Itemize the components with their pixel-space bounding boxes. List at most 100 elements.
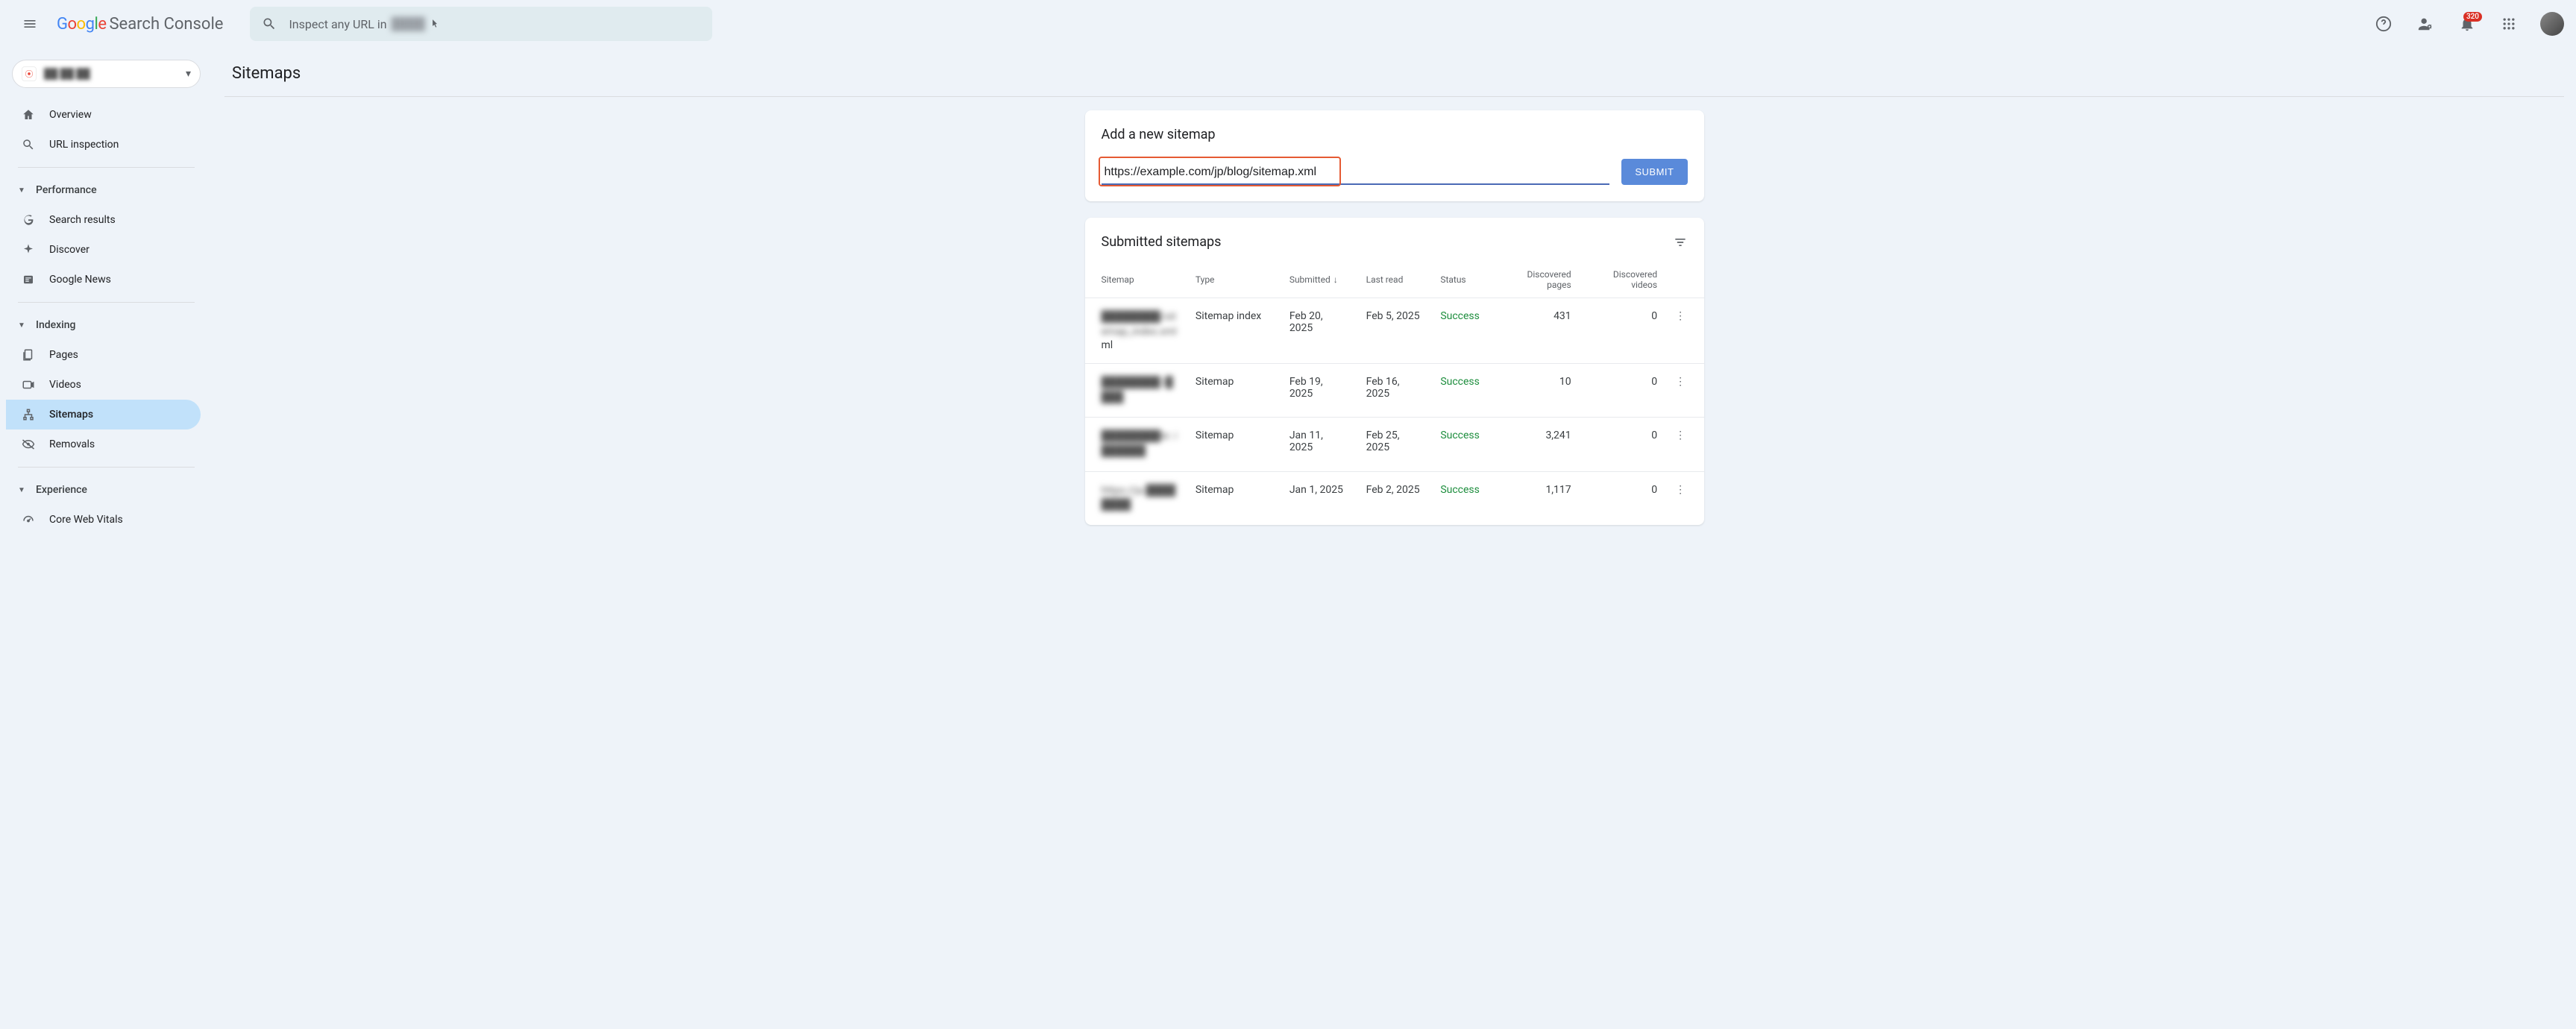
- notifications-badge: 320: [2463, 12, 2482, 22]
- sidebar-item-removals[interactable]: Removals: [6, 429, 201, 459]
- sidebar-item-discover[interactable]: Discover: [6, 235, 201, 265]
- cell-last-read: Feb 2, 2025: [1357, 471, 1432, 525]
- divider: [224, 96, 2564, 97]
- cell-pages: 10: [1494, 364, 1580, 418]
- sidebar-item-label: Overview: [49, 109, 92, 121]
- col-status[interactable]: Status: [1431, 262, 1494, 298]
- property-selector[interactable]: ⦿ ██ ██ ██ ▾: [12, 60, 201, 88]
- sidebar-item-label: Sitemaps: [49, 409, 93, 421]
- col-type[interactable]: Type: [1187, 262, 1281, 298]
- url-inspect-searchbox[interactable]: Inspect any URL in ████: [250, 7, 712, 41]
- table-row[interactable]: ████████br. i██████SitemapJan 11, 2025Fe…: [1085, 418, 1704, 471]
- users-settings-button[interactable]: [2409, 7, 2442, 40]
- col-pages[interactable]: Discovered pages: [1494, 262, 1580, 298]
- sidebar-group-label: Performance: [36, 184, 97, 196]
- cell-videos: 0: [1580, 364, 1666, 418]
- google-g-icon: [21, 213, 36, 227]
- hamburger-menu-button[interactable]: [12, 6, 48, 42]
- status-text: Success: [1440, 484, 1480, 496]
- cell-submitted: Jan 1, 2025: [1281, 471, 1357, 525]
- sitemap-url-input[interactable]: [1102, 161, 1610, 185]
- apps-button[interactable]: [2492, 7, 2525, 40]
- chevron-down-icon: ▾: [186, 68, 191, 80]
- searchbox-placeholder: Inspect any URL in ████: [289, 16, 439, 31]
- col-videos[interactable]: Discovered videos: [1580, 262, 1666, 298]
- sidebar-item-label: URL inspection: [49, 139, 119, 151]
- cell-type: Sitemap: [1187, 418, 1281, 471]
- row-menu-button[interactable]: ⋮: [1675, 376, 1686, 388]
- cell-last-read: Feb 25, 2025: [1357, 418, 1432, 471]
- property-name: ██ ██ ██: [44, 68, 178, 80]
- col-sitemap[interactable]: Sitemap: [1085, 262, 1187, 298]
- cell-submitted: Feb 20, 2025: [1281, 298, 1357, 364]
- cell-type: Sitemap: [1187, 471, 1281, 525]
- filter-button[interactable]: [1673, 235, 1688, 250]
- help-button[interactable]: [2367, 7, 2400, 40]
- row-menu-button[interactable]: ⋮: [1675, 484, 1686, 496]
- status-text: Success: [1440, 376, 1480, 388]
- col-last-read[interactable]: Last read: [1357, 262, 1432, 298]
- cell-videos: 0: [1580, 298, 1666, 364]
- submitted-sitemaps-card: Submitted sitemaps Sitemap Type Submitte…: [1085, 218, 1704, 525]
- sidebar-item-search-results[interactable]: Search results: [6, 205, 201, 235]
- news-icon: [21, 272, 36, 287]
- account-avatar[interactable]: [2540, 12, 2564, 36]
- sidebar-item-url-inspection[interactable]: URL inspection: [6, 130, 201, 160]
- sitemaps-table: Sitemap Type Submitted↓ Last read Status…: [1085, 262, 1704, 525]
- sidebar-group-label: Indexing: [36, 319, 75, 331]
- sidebar-item-label: Removals: [49, 438, 95, 450]
- table-row[interactable]: ████████ i████SitemapFeb 19, 2025Feb 16,…: [1085, 364, 1704, 418]
- search-icon: [21, 137, 36, 152]
- sidebar-group-label: Experience: [36, 484, 87, 496]
- google-logo: Google: [57, 15, 106, 34]
- sitemap-url: ████████br. i██████: [1102, 429, 1178, 459]
- cell-submitted: Feb 19, 2025: [1281, 364, 1357, 418]
- sidebar-item-google-news[interactable]: Google News: [6, 265, 201, 295]
- topbar: Google Search Console Inspect any URL in…: [0, 0, 2576, 48]
- notifications-button[interactable]: 320: [2451, 7, 2484, 40]
- sidebar-item-videos[interactable]: Videos: [6, 370, 201, 400]
- caret-down-icon: ▼: [18, 186, 25, 195]
- row-menu-button[interactable]: ⋮: [1675, 310, 1686, 322]
- table-row[interactable]: https://ja.████████SitemapJan 1, 2025Feb…: [1085, 471, 1704, 525]
- video-icon: [21, 377, 36, 392]
- col-submitted[interactable]: Submitted↓: [1281, 262, 1357, 298]
- submit-button[interactable]: SUBMIT: [1621, 159, 1687, 185]
- cell-pages: 3,241: [1494, 418, 1580, 471]
- sidebar: ⦿ ██ ██ ██ ▾ Overview URL inspection ▼ P…: [0, 48, 213, 544]
- sidebar-item-label: Google News: [49, 274, 111, 286]
- table-row[interactable]: ████████/sitemap_index.xmlmlSitemap inde…: [1085, 298, 1704, 364]
- cell-videos: 0: [1580, 471, 1666, 525]
- sidebar-item-overview[interactable]: Overview: [6, 100, 201, 130]
- sidebar-group-experience[interactable]: ▼ Experience: [6, 475, 207, 505]
- card-title: Submitted sitemaps: [1102, 234, 1673, 250]
- cell-pages: 1,117: [1494, 471, 1580, 525]
- cell-type: Sitemap: [1187, 364, 1281, 418]
- status-text: Success: [1440, 429, 1480, 441]
- sidebar-item-label: Search results: [49, 214, 116, 226]
- home-icon: [21, 107, 36, 122]
- logo[interactable]: Google Search Console: [57, 15, 223, 34]
- caret-down-icon: ▼: [18, 486, 25, 494]
- cursor-icon: [430, 19, 440, 29]
- sidebar-item-pages[interactable]: Pages: [6, 340, 201, 370]
- speed-icon: [21, 512, 36, 527]
- add-sitemap-card: Add a new sitemap SUBMIT: [1085, 110, 1704, 201]
- main-content: Sitemaps Add a new sitemap SUBMIT Submit…: [213, 48, 2576, 544]
- sidebar-item-core-web-vitals[interactable]: Core Web Vitals: [6, 505, 201, 535]
- page-title: Sitemaps: [232, 64, 2564, 83]
- product-name: Search Console: [109, 15, 223, 34]
- card-title: Add a new sitemap: [1102, 127, 1688, 142]
- property-favicon: ⦿: [22, 66, 37, 81]
- sidebar-item-label: Videos: [49, 379, 81, 391]
- sidebar-group-performance[interactable]: ▼ Performance: [6, 175, 207, 205]
- sidebar-item-sitemaps[interactable]: Sitemaps: [6, 400, 201, 429]
- sort-desc-icon: ↓: [1333, 274, 1338, 285]
- divider: [18, 467, 195, 468]
- cell-last-read: Feb 5, 2025: [1357, 298, 1432, 364]
- sidebar-group-indexing[interactable]: ▼ Indexing: [6, 310, 207, 340]
- visibility-off-icon: [21, 437, 36, 452]
- cell-last-read: Feb 16, 2025: [1357, 364, 1432, 418]
- row-menu-button[interactable]: ⋮: [1675, 429, 1686, 441]
- sidebar-item-label: Discover: [49, 244, 89, 256]
